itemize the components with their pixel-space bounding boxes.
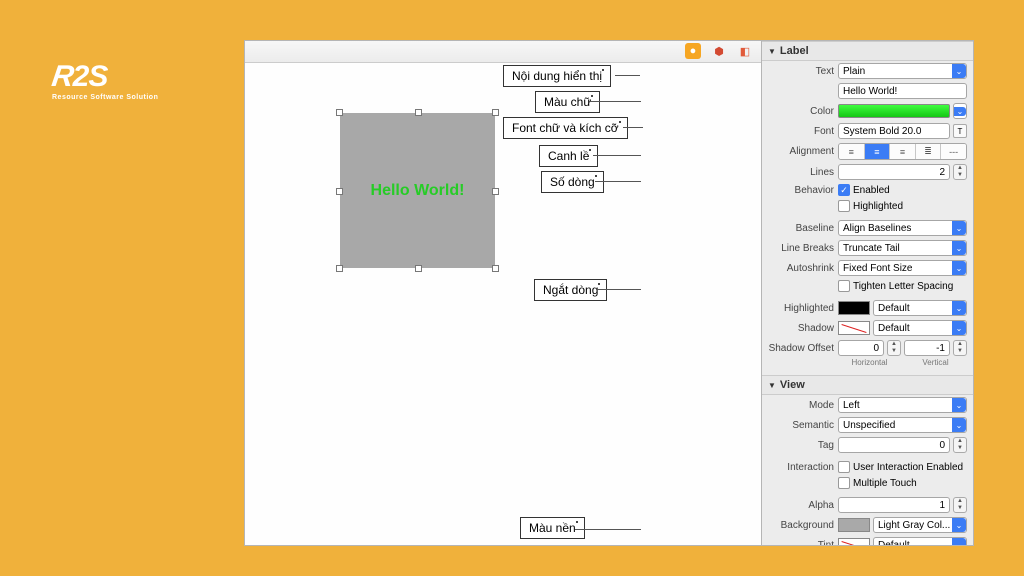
- resize-handle[interactable]: [492, 188, 499, 195]
- resize-handle[interactable]: [492, 109, 499, 116]
- shadow-v-stepper[interactable]: ▲▼: [953, 340, 967, 356]
- alpha-label: Alpha: [768, 500, 834, 511]
- section-view[interactable]: ▼ View: [762, 375, 973, 395]
- autoshrink-popup[interactable]: Fixed Font Size⌄: [838, 260, 967, 276]
- lines-label: Lines: [768, 167, 834, 178]
- highlighted-color-popup[interactable]: Default⌄: [873, 300, 967, 316]
- font-picker-icon[interactable]: T: [953, 124, 967, 138]
- interaction-label: Interaction: [768, 462, 834, 473]
- shadow-color-popup[interactable]: Default⌄: [873, 320, 967, 336]
- callout-font: Font chữ và kích cỡ: [503, 117, 628, 139]
- callout-lines: Số dòng: [541, 171, 604, 193]
- font-label: Font: [768, 126, 834, 137]
- resize-handle[interactable]: [336, 265, 343, 272]
- background-label: Background: [768, 520, 834, 531]
- linebreaks-popup[interactable]: Truncate Tail⌄: [838, 240, 967, 256]
- user-interaction-checkbox[interactable]: [838, 461, 850, 473]
- align-right[interactable]: ≡: [890, 144, 916, 159]
- tag-input[interactable]: 0: [838, 437, 950, 453]
- background-popup[interactable]: Light Gray Col...⌄: [873, 517, 967, 533]
- alpha-stepper[interactable]: ▲▼: [953, 497, 967, 513]
- section-label[interactable]: ▼ Label: [762, 41, 973, 61]
- highlighted-color-well[interactable]: [838, 301, 870, 315]
- resize-handle[interactable]: [415, 109, 422, 116]
- align-natural[interactable]: ---: [941, 144, 966, 159]
- attributes-inspector: ▼ Label Text Plain⌄ Hello World! Color: [761, 41, 973, 545]
- align-left[interactable]: ≡: [839, 144, 865, 159]
- resize-handle[interactable]: [415, 265, 422, 272]
- align-center[interactable]: ≡: [865, 144, 891, 159]
- canvas-toolbar: ● ⬢ ◧: [245, 41, 761, 63]
- color-dropdown[interactable]: ⌄: [953, 103, 967, 119]
- shadow-h-input[interactable]: 0: [838, 340, 884, 356]
- baseline-label: Baseline: [768, 223, 834, 234]
- baseline-popup[interactable]: Align Baselines⌄: [838, 220, 967, 236]
- text-content-input[interactable]: Hello World!: [838, 83, 967, 99]
- shadow-label: Shadow: [768, 323, 834, 334]
- tag-stepper[interactable]: ▲▼: [953, 437, 967, 453]
- semantic-label: Semantic: [768, 420, 834, 431]
- uilabel-element[interactable]: Hello World!: [340, 113, 495, 268]
- callout-text: Nội dung hiển thị: [503, 65, 611, 87]
- interface-builder-canvas[interactable]: Hello World! Nội dung hiển thị Màu chữ F…: [245, 63, 761, 545]
- callout-color: Màu chữ: [535, 91, 600, 113]
- mode-label: Mode: [768, 400, 834, 411]
- package-icon[interactable]: ⬢: [711, 43, 727, 59]
- semantic-popup[interactable]: Unspecified⌄: [838, 417, 967, 433]
- align-justify[interactable]: ≣: [916, 144, 942, 159]
- app-window: ● ⬢ ◧ Hello World! Nội dung hiển thị Màu…: [244, 40, 974, 546]
- linebreaks-label: Line Breaks: [768, 243, 834, 254]
- brand-tagline: Resource Software Solution: [52, 94, 158, 101]
- run-icon[interactable]: ●: [685, 43, 701, 59]
- multitouch-checkbox[interactable]: [838, 477, 850, 489]
- text-style-popup[interactable]: Plain⌄: [838, 63, 967, 79]
- lines-stepper[interactable]: ▲▼: [953, 164, 967, 180]
- shadow-offset-label: Shadow Offset: [768, 343, 834, 354]
- background-color-well[interactable]: [838, 518, 870, 532]
- alignment-segmented[interactable]: ≡ ≡ ≡ ≣ ---: [838, 143, 967, 160]
- text-label: Text: [768, 66, 834, 77]
- behavior-label: Behavior: [768, 185, 834, 196]
- autoshrink-label: Autoshrink: [768, 263, 834, 274]
- highlighted-checkbox[interactable]: [838, 200, 850, 212]
- tint-popup[interactable]: Default⌄: [873, 537, 967, 545]
- text-color-picker[interactable]: [838, 104, 950, 118]
- resize-handle[interactable]: [336, 188, 343, 195]
- mode-popup[interactable]: Left⌄: [838, 397, 967, 413]
- callout-bg: Màu nền: [520, 517, 585, 539]
- highlighted-color-label: Highlighted: [768, 303, 834, 314]
- tag-label: Tag: [768, 440, 834, 451]
- font-field[interactable]: System Bold 20.0: [838, 123, 950, 139]
- callout-align: Canh lề: [539, 145, 598, 167]
- tint-color-well[interactable]: [838, 538, 870, 545]
- tint-label: Tint: [768, 540, 834, 546]
- tighten-checkbox[interactable]: [838, 280, 850, 292]
- lines-input[interactable]: 2: [838, 164, 950, 180]
- brand-logo: R2S Resource Software Solution: [52, 60, 158, 101]
- shadow-color-well[interactable]: [838, 321, 870, 335]
- shadow-h-stepper[interactable]: ▲▼: [887, 340, 901, 356]
- alpha-input[interactable]: 1: [838, 497, 950, 513]
- shadow-v-input[interactable]: -1: [904, 340, 950, 356]
- color-label: Color: [768, 106, 834, 117]
- callout-linebreak: Ngắt dòng: [534, 279, 607, 301]
- resize-handle[interactable]: [336, 109, 343, 116]
- uilabel-text: Hello World!: [371, 182, 465, 200]
- alignment-label: Alignment: [768, 146, 834, 157]
- object-icon[interactable]: ◧: [737, 43, 753, 59]
- resize-handle[interactable]: [492, 265, 499, 272]
- enabled-checkbox[interactable]: [838, 184, 850, 196]
